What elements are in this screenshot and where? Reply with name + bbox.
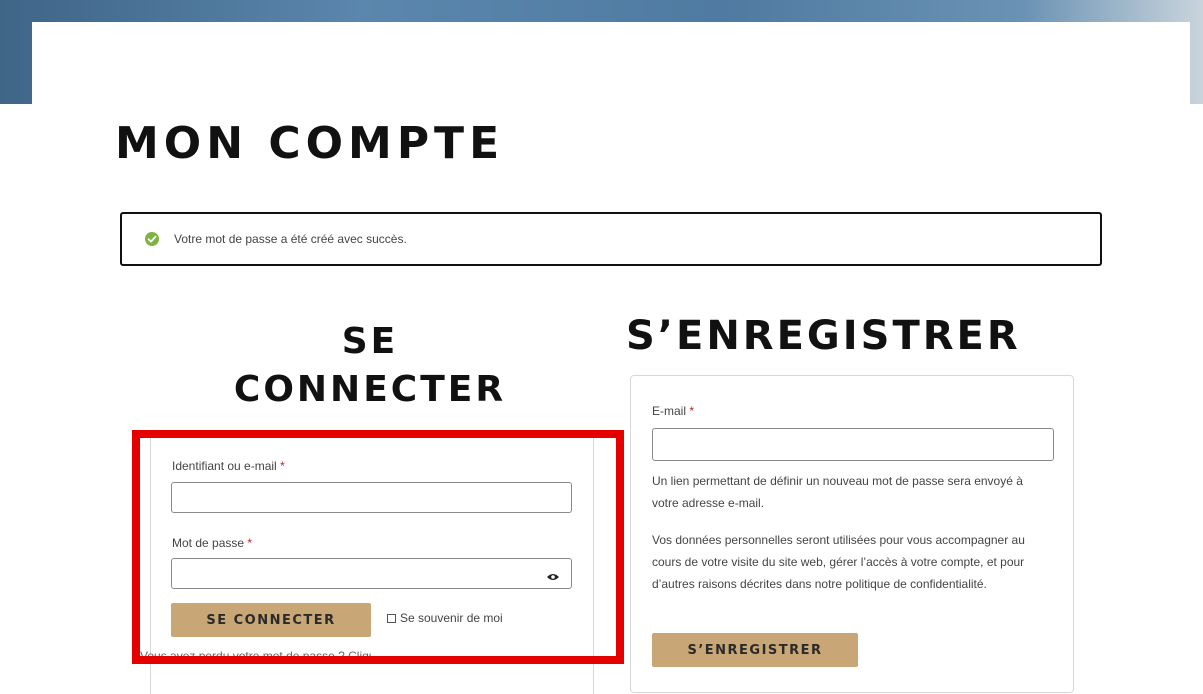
email-label: E-mail *	[652, 404, 694, 418]
login-heading: SE CONNECTER	[170, 318, 570, 414]
check-circle-icon	[145, 232, 159, 246]
privacy-text: Vos données personnelles seront utilisée…	[652, 533, 1025, 591]
password-label-text: Mot de passe	[172, 536, 245, 550]
email-input[interactable]	[652, 428, 1054, 461]
login-heading-line-2: CONNECTER	[233, 369, 507, 410]
login-heading-line-1: SE	[341, 321, 399, 362]
required-mark: *	[280, 459, 285, 473]
username-label-text: Identifiant ou e-mail	[172, 459, 277, 473]
register-info-text: Un lien permettant de définir un nouveau…	[652, 474, 1023, 510]
notice-message: Votre mot de passe a été créé avec succè…	[174, 232, 407, 246]
username-input[interactable]	[171, 482, 572, 513]
required-mark: *	[689, 404, 695, 418]
password-label: Mot de passe *	[172, 536, 252, 550]
register-button[interactable]: S’ENREGISTRER	[652, 633, 858, 667]
required-mark: *	[247, 536, 253, 550]
remember-me-checkbox[interactable]	[387, 614, 396, 623]
remember-me-label[interactable]: Se souvenir de moi	[400, 611, 503, 625]
register-heading: S’ENREGISTRER	[626, 313, 1021, 359]
username-label: Identifiant ou e-mail *	[172, 459, 285, 473]
success-notice: Votre mot de passe a été créé avec succè…	[120, 212, 1102, 266]
login-button[interactable]: SE CONNECTER	[171, 603, 371, 637]
email-label-text: E-mail	[652, 404, 687, 418]
eye-icon[interactable]	[546, 569, 560, 587]
password-input[interactable]	[171, 558, 572, 589]
page-title: MON COMPTE	[115, 118, 505, 169]
header-card	[32, 22, 1190, 112]
